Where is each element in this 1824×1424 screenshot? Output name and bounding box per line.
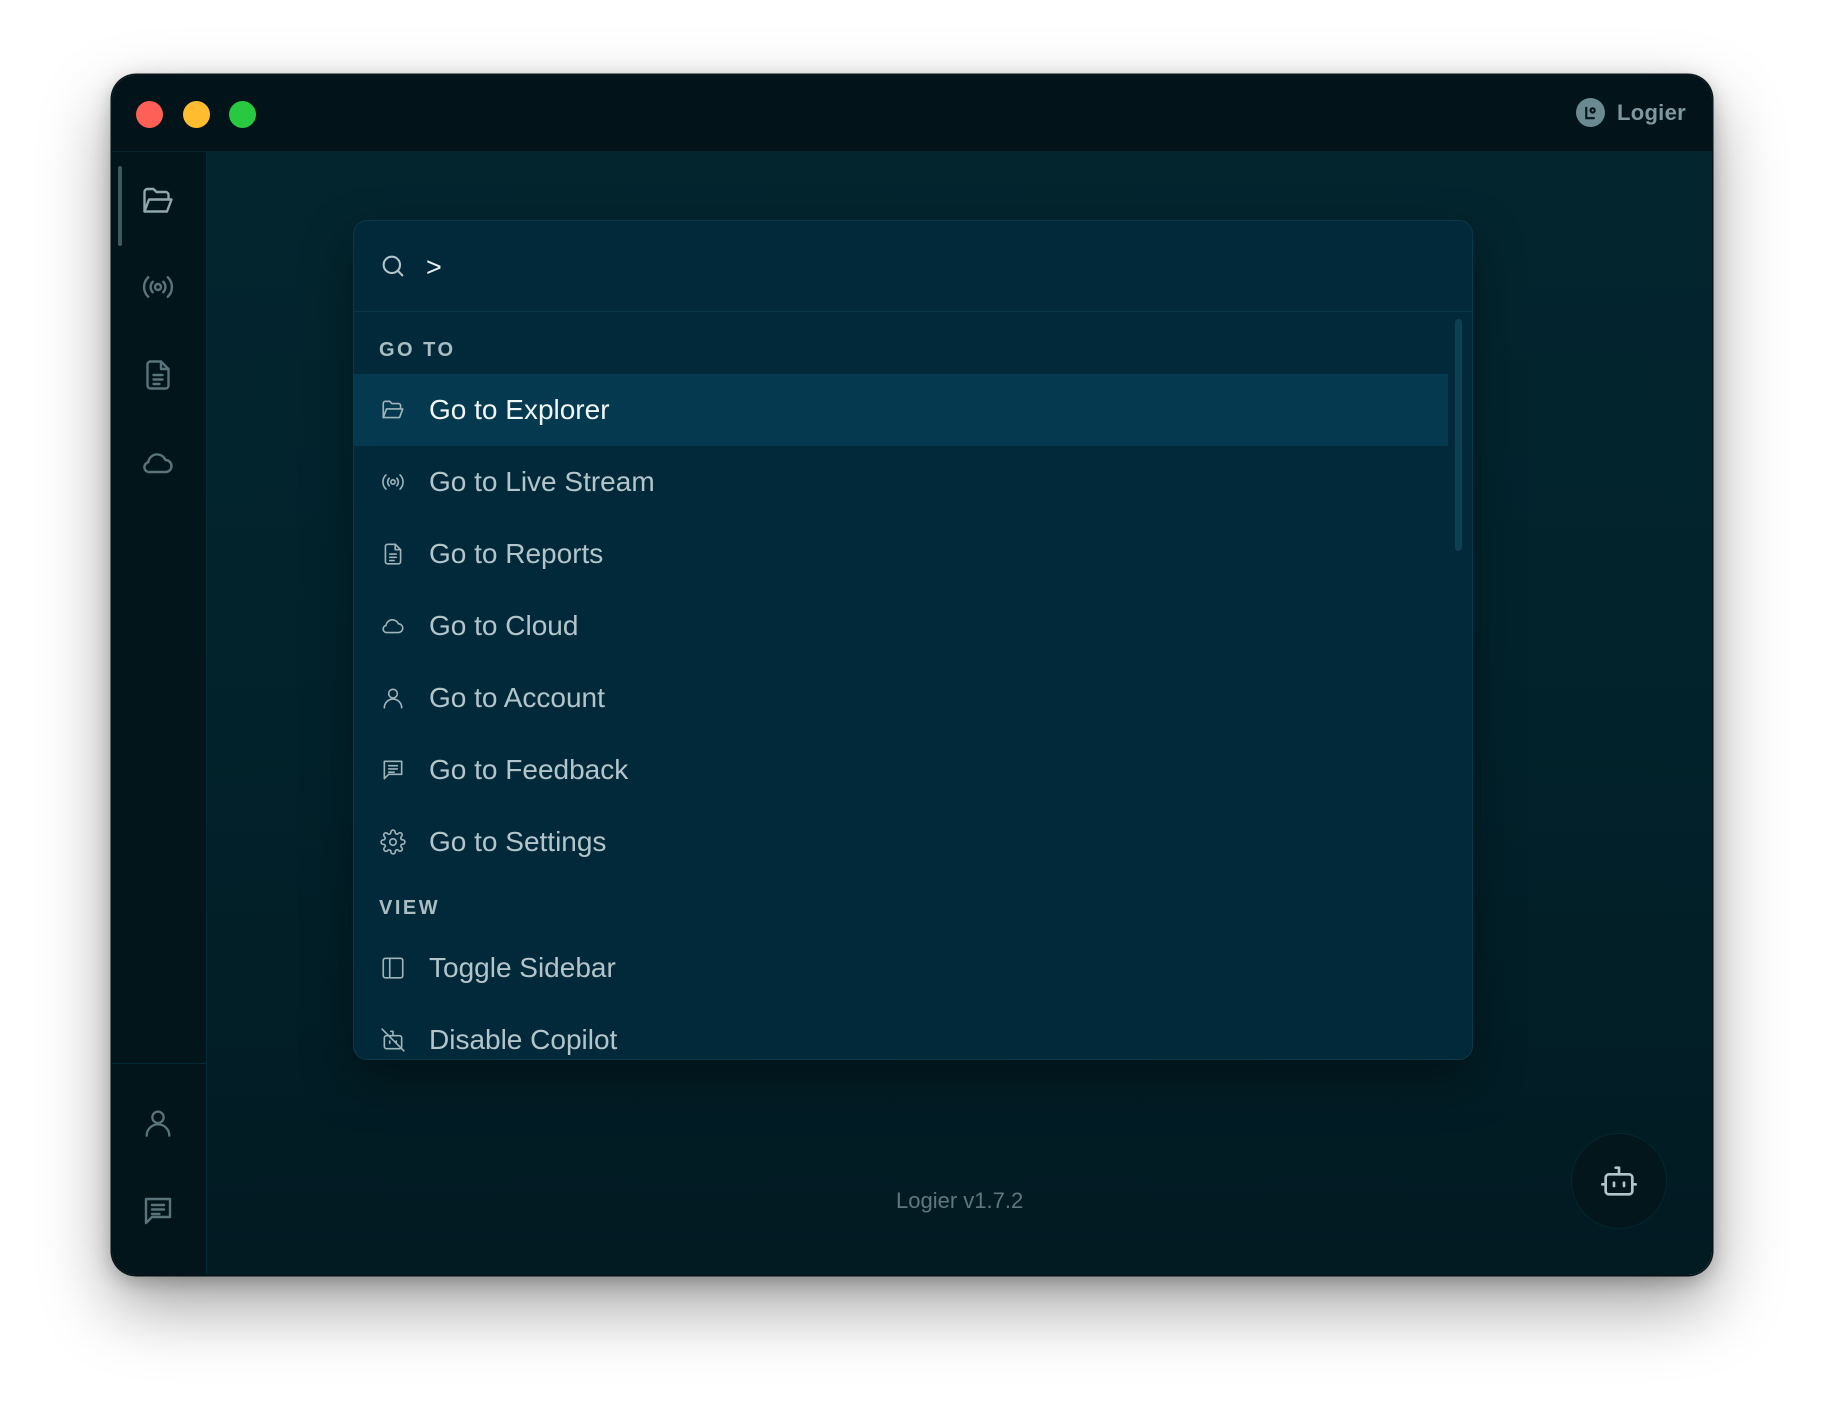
- command-go-to-cloud[interactable]: Go to Cloud: [354, 590, 1448, 662]
- sidebar-item-settings[interactable]: [128, 1269, 188, 1275]
- brand: Logier: [1575, 98, 1686, 127]
- command-label: Go to Settings: [429, 826, 607, 857]
- user-icon: [383, 688, 403, 709]
- user-icon: [145, 1110, 171, 1137]
- section-label-view: VIEW: [379, 897, 441, 919]
- maximize-window-button[interactable]: [229, 101, 256, 128]
- cloud-icon: [143, 453, 173, 474]
- command-label: Go to Cloud: [429, 610, 579, 641]
- palette-scrollbar[interactable]: [1455, 319, 1462, 551]
- cloud-icon: [382, 618, 404, 634]
- message-square-icon: [144, 1197, 172, 1225]
- command-go-to-feedback[interactable]: Go to Feedback: [354, 734, 1448, 806]
- title-bar: Logier: [112, 75, 1712, 152]
- app-name: Logier: [1616, 99, 1686, 125]
- sidebar: [112, 152, 207, 1275]
- command-label: Go to Explorer: [429, 394, 610, 425]
- command-label: Toggle Sidebar: [429, 952, 616, 983]
- command-go-to-settings[interactable]: Go to Settings: [354, 806, 1448, 878]
- logier-logo-icon: [1575, 98, 1605, 127]
- search-icon: [382, 255, 404, 277]
- sidebar-active-indicator: [118, 166, 122, 246]
- command-go-to-explorer[interactable]: Go to Explorer: [354, 374, 1448, 446]
- copilot-button[interactable]: [1572, 1134, 1666, 1228]
- minimize-window-button[interactable]: [183, 101, 210, 128]
- command-palette: GO TO Go to Explorer Go to Live Stream G…: [353, 220, 1473, 1060]
- message-square-icon: [383, 760, 403, 780]
- command-label: Disable Copilot: [429, 1024, 618, 1055]
- bot-icon: [1601, 1166, 1637, 1196]
- gear-icon: [380, 829, 406, 855]
- command-label: Go to Feedback: [429, 754, 629, 785]
- command-label: Go to Reports: [429, 538, 604, 569]
- command-go-to-live-stream[interactable]: Go to Live Stream: [354, 446, 1448, 518]
- document-icon: [146, 360, 170, 390]
- sidebar-item-live-stream[interactable]: [128, 257, 188, 317]
- sidebar-item-feedback[interactable]: [128, 1181, 188, 1241]
- sidebar-item-reports[interactable]: [128, 345, 188, 405]
- folder-open-icon: [382, 400, 404, 419]
- sidebar-item-explorer[interactable]: [128, 171, 188, 231]
- broadcast-icon: [382, 474, 404, 490]
- command-search-input[interactable]: [424, 246, 1328, 288]
- section-label-go-to: GO TO: [379, 339, 456, 361]
- close-window-button[interactable]: [136, 101, 163, 128]
- document-icon: [384, 543, 402, 565]
- command-go-to-account[interactable]: Go to Account: [354, 662, 1448, 734]
- command-disable-copilot[interactable]: Disable Copilot: [354, 1004, 1448, 1059]
- broadcast-icon: [142, 276, 174, 298]
- bot-off-icon: [381, 1028, 405, 1052]
- command-label: Go to Live Stream: [429, 466, 655, 497]
- version-label: Logier v1.7.2: [896, 1188, 1024, 1213]
- folder-open-icon: [143, 187, 173, 213]
- command-toggle-sidebar[interactable]: Toggle Sidebar: [354, 932, 1448, 1004]
- command-label: Go to Account: [429, 682, 605, 713]
- sidebar-item-account[interactable]: [128, 1093, 188, 1153]
- app-window: Logier > GO TO Go to Explorer Go to Live…: [112, 75, 1712, 1275]
- sidebar-item-cloud[interactable]: [128, 433, 188, 493]
- palette-search: [354, 221, 1472, 312]
- sidebar-panel-icon: [382, 957, 404, 979]
- sidebar-divider: [112, 1063, 206, 1064]
- command-go-to-reports[interactable]: Go to Reports: [354, 518, 1448, 590]
